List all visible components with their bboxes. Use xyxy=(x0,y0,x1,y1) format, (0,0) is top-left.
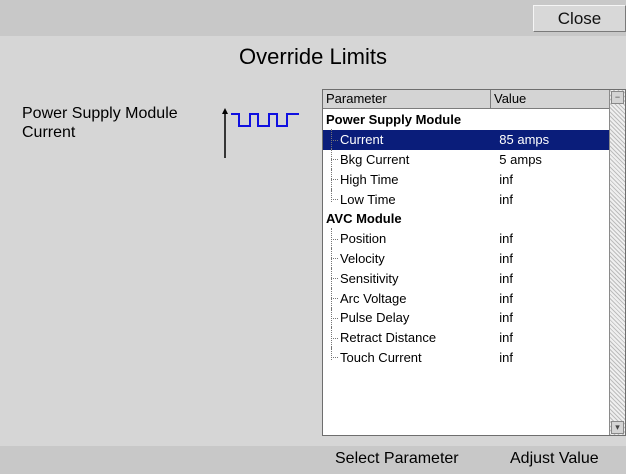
table-header: Parameter Value xyxy=(323,90,610,109)
parameter-name: Arc Voltage xyxy=(323,287,496,310)
parameter-value: inf xyxy=(499,250,514,266)
parameter-name: Position xyxy=(323,228,496,251)
parameter-value: inf xyxy=(499,191,514,207)
parameter-value: inf xyxy=(499,330,514,346)
parameter-value: inf xyxy=(499,349,514,365)
parameter-name: Pulse Delay xyxy=(323,307,496,330)
vertical-scrollbar[interactable]: − ▾ xyxy=(609,90,625,435)
tree-branch xyxy=(331,317,338,319)
tree-branch xyxy=(331,238,338,240)
parameter-value: inf xyxy=(499,171,514,187)
parameter-name: Touch Current xyxy=(323,346,496,365)
group-label: Power Supply Module xyxy=(326,112,462,128)
parameter-name: Current xyxy=(323,129,496,152)
scroll-down-icon[interactable]: ▾ xyxy=(611,421,624,434)
bottom-action-bar: Select Parameter Adjust Value xyxy=(0,446,626,474)
table-rows: Power Supply Module Current 85 amps Bkg Cur… xyxy=(323,110,610,367)
selected-parameter-label: Power Supply Module Current xyxy=(22,104,178,142)
tree-group-row[interactable]: Power Supply Module xyxy=(323,110,610,130)
parameter-value: 5 amps xyxy=(499,151,542,167)
tree-branch xyxy=(331,199,338,201)
parameter-name: Retract Distance xyxy=(323,327,496,350)
table-row[interactable]: Retract Distance inf xyxy=(323,327,610,350)
pulse-waveform-icon xyxy=(222,108,299,158)
table-row[interactable]: Position inf xyxy=(323,228,610,251)
top-toolbar: Close xyxy=(0,0,626,36)
table-row[interactable]: Arc Voltage inf xyxy=(323,287,610,310)
parameter-value: inf xyxy=(499,310,514,326)
page-title: Override Limits xyxy=(239,44,387,69)
parameter-value: inf xyxy=(499,231,514,247)
parameter-table: Parameter Value Power Supply Module Curre… xyxy=(322,89,626,436)
close-button[interactable]: Close xyxy=(533,5,626,32)
tree-branch xyxy=(331,298,338,300)
tree-branch xyxy=(331,278,338,280)
table-row[interactable]: Pulse Delay inf xyxy=(323,307,610,330)
table-row[interactable]: Low Time inf xyxy=(323,188,610,209)
column-header-value[interactable]: Value xyxy=(491,90,609,108)
table-row[interactable]: Sensitivity inf xyxy=(323,267,610,290)
tree-branch xyxy=(331,258,338,260)
tree-branch xyxy=(331,357,338,359)
tree-branch xyxy=(331,159,338,161)
parameter-name: Bkg Current xyxy=(323,148,496,171)
group-label: AVC Module xyxy=(326,211,402,227)
table-row[interactable]: Touch Current inf xyxy=(323,346,610,368)
table-row[interactable]: Current 85 amps xyxy=(323,129,610,152)
adjust-value-button[interactable]: Adjust Value xyxy=(510,450,599,468)
parameter-name: High Time xyxy=(323,168,496,191)
parameter-value: 85 amps xyxy=(499,132,550,148)
table-row[interactable]: High Time inf xyxy=(323,168,610,191)
tree-branch xyxy=(331,139,338,141)
selected-module-name: Power Supply Module xyxy=(22,105,178,122)
parameter-value: inf xyxy=(499,290,514,306)
parameter-name: Low Time xyxy=(323,188,496,207)
column-header-parameter[interactable]: Parameter xyxy=(323,90,491,108)
table-row[interactable]: Bkg Current 5 amps xyxy=(323,148,610,171)
select-parameter-button[interactable]: Select Parameter xyxy=(335,450,459,468)
parameter-name: Velocity xyxy=(323,247,496,270)
scroll-up-icon[interactable]: − xyxy=(611,91,624,104)
tree-branch xyxy=(331,337,338,339)
selected-parameter-name: Current xyxy=(22,124,76,141)
parameter-value: inf xyxy=(499,270,514,286)
parameter-name: Sensitivity xyxy=(323,267,496,290)
tree-group-row[interactable]: AVC Module xyxy=(323,209,610,229)
tree-branch xyxy=(331,179,338,181)
table-row[interactable]: Velocity inf xyxy=(323,247,610,270)
